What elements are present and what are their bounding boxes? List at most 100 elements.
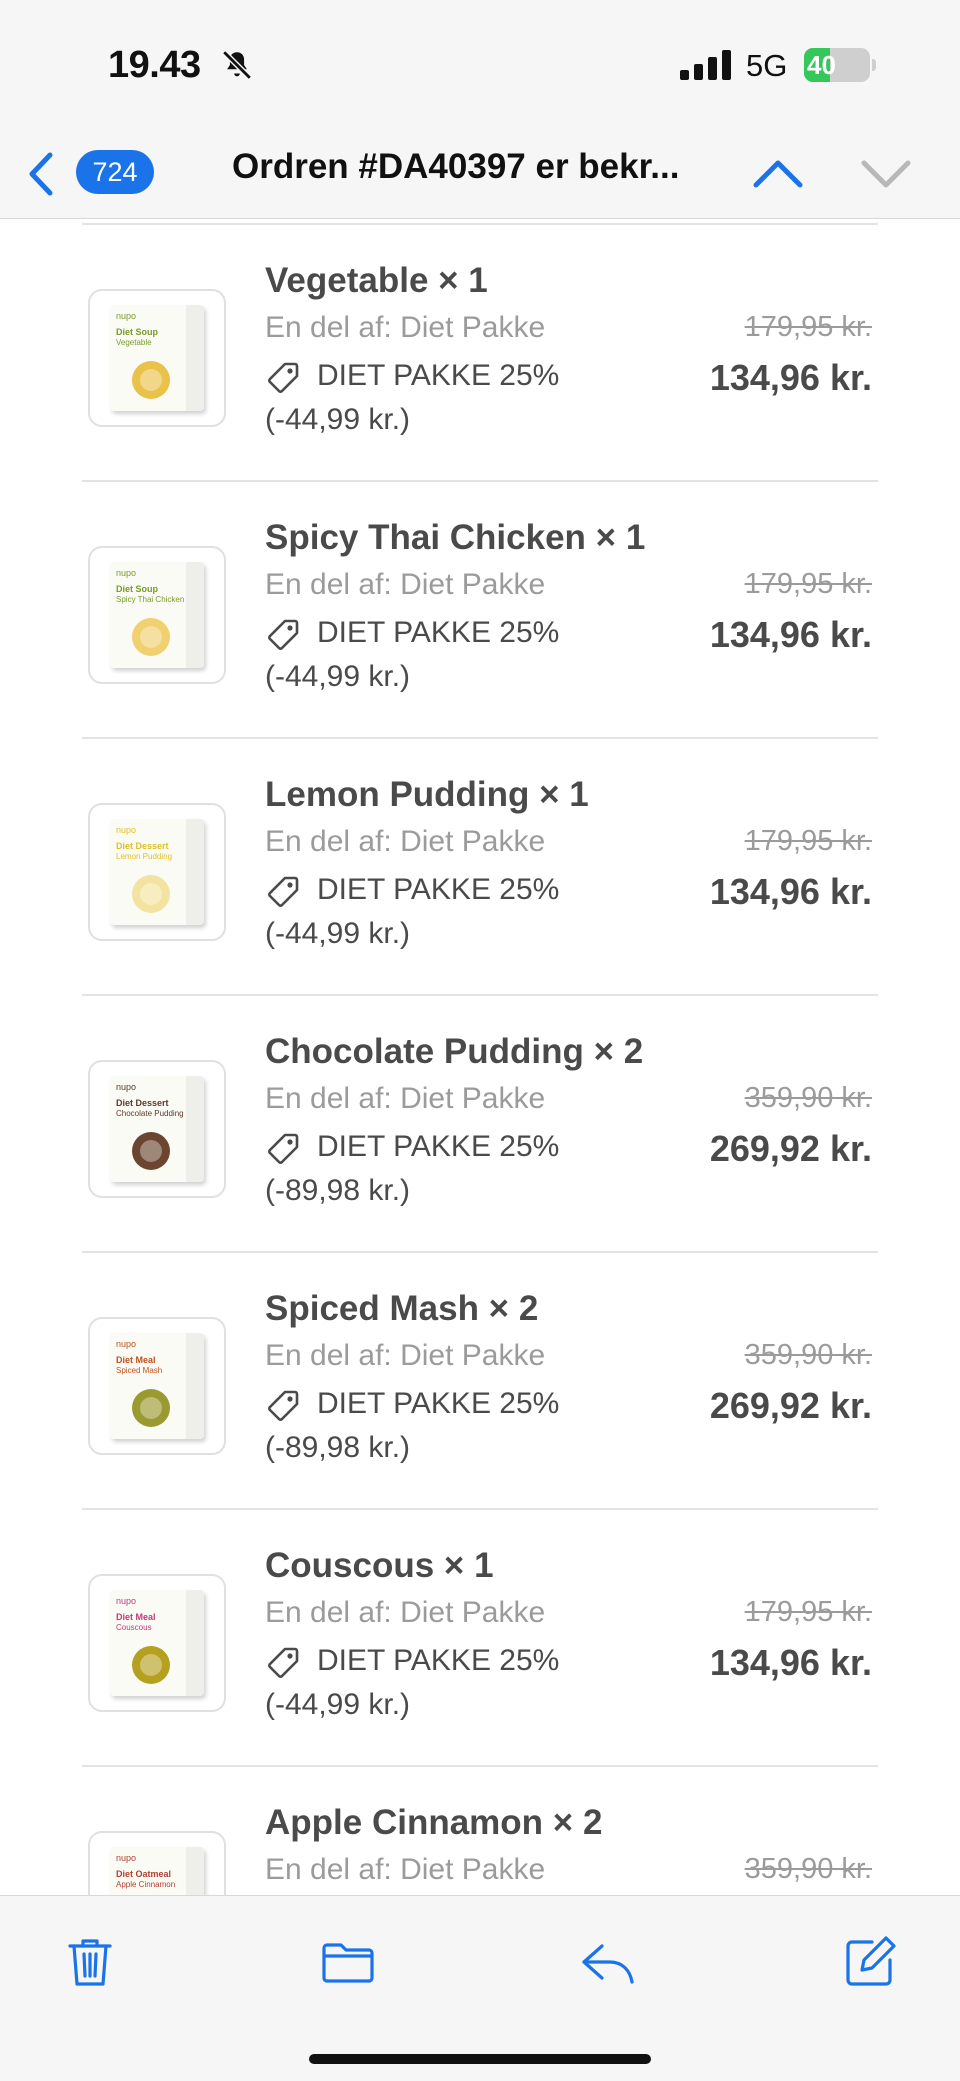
bundle-label: En del af: Diet Pakke (265, 1082, 546, 1115)
status-time: 19.43 (108, 44, 201, 86)
discount-label: DIET PAKKE 25% (317, 1387, 560, 1420)
product-thumbnail[interactable]: nupo Diet Soup Spicy Thai Chicken (88, 546, 226, 684)
discount-amount: (-89,98 kr.) (265, 1431, 411, 1464)
previous-message-chevron-up-icon[interactable] (750, 149, 806, 199)
product-name: Chocolate Pudding × 2 (265, 1032, 644, 1071)
next-message-chevron-down-icon[interactable] (858, 149, 914, 199)
discount-amount: (-44,99 kr.) (265, 403, 411, 436)
bundle-label: En del af: Diet Pakke (265, 311, 546, 344)
product-bowl (132, 618, 170, 656)
product-bowl (132, 875, 170, 913)
order-line-item[interactable]: nupo Diet Soup Spicy Thai Chicken Spicy Tha… (0, 482, 960, 739)
trash-icon[interactable] (62, 1934, 118, 1990)
product-name: Spiced Mash × 2 (265, 1289, 539, 1328)
product-bowl (132, 1132, 170, 1170)
status-bar: 19.43 5G 40 (0, 0, 960, 135)
product-category: Diet Meal (116, 1612, 156, 1622)
original-price: 359,90 kr. (744, 1853, 872, 1885)
product-flavor: Spicy Thai Chicken (116, 595, 185, 604)
product-bowl (132, 1646, 170, 1684)
product-brand: nupo (116, 311, 137, 321)
product-name: Couscous × 1 (265, 1546, 494, 1585)
product-thumbnail[interactable]: nupo Diet Meal Spiced Mash (88, 1317, 226, 1455)
mail-nav-bar: 724 Ordren #DA40397 er bekr... (0, 135, 960, 219)
order-line-item[interactable]: nupo Diet Meal Couscous Couscous × 1 En del … (0, 1510, 960, 1767)
product-bowl (132, 361, 170, 399)
product-name: Vegetable × 1 (265, 261, 488, 300)
product-flavor: Vegetable (116, 338, 152, 347)
product-name: Apple Cinnamon × 2 (265, 1803, 603, 1842)
original-price: 179,95 kr. (744, 1596, 872, 1628)
bundle-label: En del af: Diet Pakke (265, 1339, 546, 1372)
discount-amount: (-44,99 kr.) (265, 660, 411, 693)
discount-label: DIET PAKKE 25% (317, 873, 560, 906)
bottom-toolbar (0, 1895, 960, 2081)
product-flavor: Lemon Pudding (116, 852, 173, 861)
product-thumbnail[interactable]: nupo Diet Dessert Chocolate Pudding (88, 1060, 226, 1198)
network-type: 5G (746, 48, 788, 83)
order-line-item[interactable]: nupo Diet Oatmeal Apple Cinnamon Apple Cinn… (0, 1767, 960, 1895)
product-category: Diet Dessert (116, 1098, 169, 1108)
email-body[interactable]: nupo Diet Soup Vegetable Vegetable × 1 En de… (0, 219, 960, 1895)
product-box-image: nupo Diet Dessert Lemon Pudding (110, 819, 204, 925)
unread-count-badge[interactable]: 724 (76, 150, 154, 194)
product-name: Lemon Pudding × 1 (265, 775, 589, 814)
product-brand: nupo (116, 1082, 137, 1092)
product-flavor: Chocolate Pudding (116, 1109, 184, 1118)
battery-indicator: 40 (804, 48, 876, 82)
order-line-item[interactable]: nupo Diet Soup Vegetable Vegetable × 1 En de… (0, 225, 960, 482)
price-tag-icon (268, 362, 299, 393)
discounted-price: 134,96 kr. (709, 1642, 872, 1683)
discounted-price: 134,96 kr. (709, 614, 872, 655)
original-price: 359,90 kr. (744, 1339, 872, 1371)
original-price: 359,90 kr. (744, 1082, 872, 1114)
product-thumbnail[interactable]: nupo Diet Dessert Lemon Pudding (88, 803, 226, 941)
discount-amount: (-89,98 kr.) (265, 1174, 411, 1207)
discounted-price: 269,92 kr. (709, 1385, 872, 1426)
discounted-price: 134,96 kr. (709, 871, 872, 912)
product-name: Spicy Thai Chicken × 1 (265, 518, 646, 557)
home-indicator[interactable] (309, 2054, 651, 2064)
product-flavor: Spiced Mash (116, 1366, 163, 1375)
product-thumbnail[interactable]: nupo Diet Soup Vegetable (88, 289, 226, 427)
product-brand: nupo (116, 825, 137, 835)
product-category: Diet Soup (116, 584, 158, 594)
battery-percent: 40 (807, 50, 836, 80)
product-brand: nupo (116, 1339, 137, 1349)
product-category: Diet Meal (116, 1355, 156, 1365)
discount-label: DIET PAKKE 25% (317, 616, 560, 649)
discount-amount: (-44,99 kr.) (265, 1688, 411, 1721)
bell-muted-icon (222, 50, 252, 80)
compose-icon[interactable] (842, 1934, 898, 1990)
bundle-label: En del af: Diet Pakke (265, 568, 546, 601)
discount-amount: (-44,99 kr.) (265, 917, 411, 950)
product-flavor: Couscous (116, 1623, 152, 1632)
price-tag-icon (268, 619, 299, 650)
product-bowl (132, 1389, 170, 1427)
price-tag-icon (268, 1390, 299, 1421)
discount-label: DIET PAKKE 25% (317, 1130, 560, 1163)
reply-icon[interactable] (580, 1934, 636, 1990)
order-line-item[interactable]: nupo Diet Dessert Chocolate Pudding Chocola… (0, 996, 960, 1253)
price-tag-icon (268, 1647, 299, 1678)
original-price: 179,95 kr. (744, 825, 872, 857)
product-box-image: nupo Diet Soup Spicy Thai Chicken (110, 562, 204, 668)
discount-label: DIET PAKKE 25% (317, 1644, 560, 1677)
price-tag-icon (268, 1133, 299, 1164)
product-category: Diet Dessert (116, 841, 169, 851)
discount-label: DIET PAKKE 25% (317, 359, 560, 392)
bundle-label: En del af: Diet Pakke (265, 825, 546, 858)
product-box-image: nupo Diet Meal Couscous (110, 1590, 204, 1696)
product-category: Diet Soup (116, 327, 158, 337)
price-tag-icon (268, 876, 299, 907)
product-thumbnail[interactable]: nupo Diet Oatmeal Apple Cinnamon (88, 1831, 226, 1895)
product-thumbnail[interactable]: nupo Diet Meal Couscous (88, 1574, 226, 1712)
order-line-item[interactable]: nupo Diet Meal Spiced Mash Spiced Mash × 2 E… (0, 1253, 960, 1510)
order-line-item[interactable]: nupo Diet Dessert Lemon Pudding Lemon Puddi… (0, 739, 960, 996)
discounted-price: 134,96 kr. (709, 357, 872, 398)
folder-icon[interactable] (320, 1934, 376, 1990)
back-chevron-icon[interactable] (24, 149, 58, 199)
cellular-signal-icon (680, 50, 731, 80)
product-category: Diet Oatmeal (116, 1869, 172, 1879)
original-price: 179,95 kr. (744, 311, 872, 343)
